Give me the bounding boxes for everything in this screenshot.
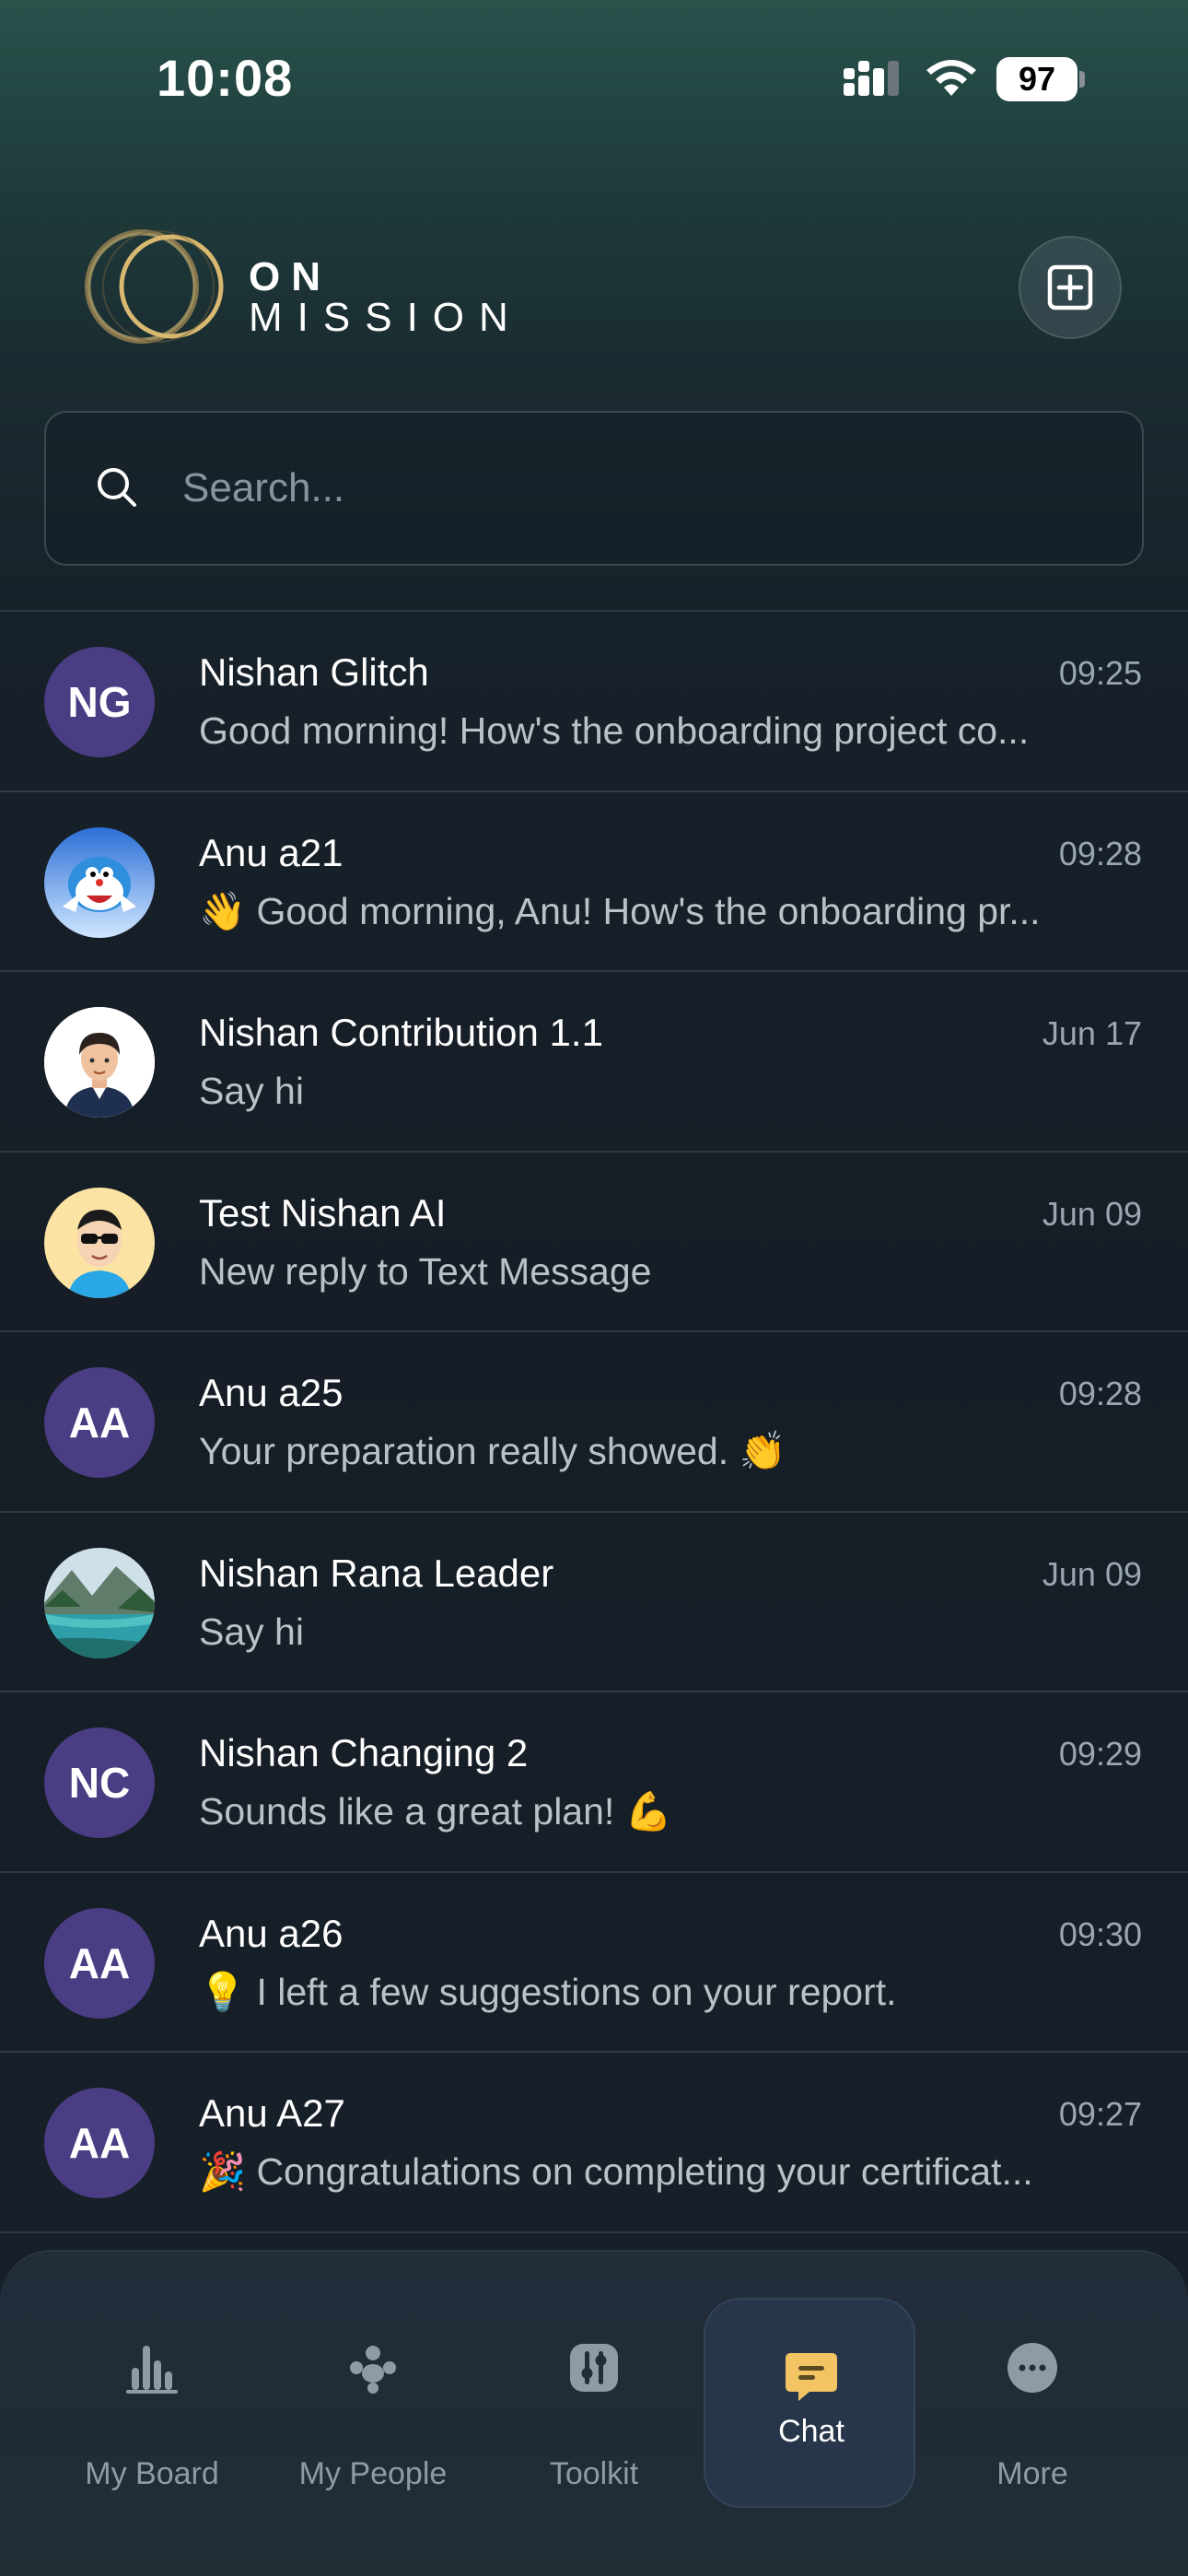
people-icon xyxy=(350,2346,396,2394)
chat-preview: 👋 Good morning, Anu! How's the onboardin… xyxy=(199,889,1041,932)
chat-name: Nishan Changing 2 xyxy=(199,1731,529,1774)
chat-row[interactable]: Test Nishan AI Jun 09 New reply to Text … xyxy=(0,1153,1188,1332)
chat-preview: 🎉 Congratulations on completing your cer… xyxy=(199,2150,1033,2193)
avatar: AA xyxy=(44,1367,155,1478)
avatar: NC xyxy=(44,1727,155,1838)
chat-time: 09:29 xyxy=(1058,1735,1142,1773)
tab-more[interactable]: More xyxy=(926,2307,1138,2491)
bar-chart-icon xyxy=(126,2346,178,2394)
chat-list: NG Nishan Glitch 09:25 Good morning! How… xyxy=(0,610,1188,2233)
chat-row[interactable]: NC Nishan Changing 2 09:29 Sounds like a… xyxy=(0,1692,1188,1873)
rings-logo-icon xyxy=(85,229,224,344)
chat-preview: Your preparation really showed. 👏 xyxy=(199,1430,786,1472)
chat-time: Jun 09 xyxy=(1042,1554,1142,1593)
chat-name: Anu a21 xyxy=(199,830,344,874)
avatar xyxy=(44,826,155,938)
chat-preview: Sounds like a great plan! 💪 xyxy=(199,1790,672,1832)
tab-label: Chat xyxy=(778,2414,844,2449)
chat-preview: 💡 I left a few suggestions on your repor… xyxy=(199,1970,897,2013)
logo-text-on: ON xyxy=(249,254,332,299)
new-chat-button[interactable] xyxy=(1019,236,1122,339)
man-avatar-icon xyxy=(44,1007,155,1118)
logo-text-mission: MISSION xyxy=(249,295,523,340)
tab-toolkit[interactable]: Toolkit xyxy=(488,2307,700,2491)
chat-row[interactable]: Nishan Contribution 1.1 Jun 17 Say hi xyxy=(0,972,1188,1153)
chat-row[interactable]: Anu a21 09:28 👋 Good morning, Anu! How's… xyxy=(0,792,1188,972)
chat-preview: Say hi xyxy=(199,1070,304,1112)
robot-cat-avatar-icon xyxy=(44,826,155,938)
sliders-icon xyxy=(570,2344,618,2392)
chat-time: Jun 17 xyxy=(1042,1014,1142,1052)
avatar xyxy=(44,1547,155,1658)
search-input[interactable] xyxy=(182,413,1103,564)
bottom-tab-bar: My Board My People Toolkit Chat More xyxy=(0,2250,1188,2576)
tab-label: My Board xyxy=(85,2456,219,2491)
chat-time: 09:28 xyxy=(1058,1375,1142,1412)
chat-time: 09:27 xyxy=(1058,2095,1142,2133)
avatar: AA xyxy=(44,2088,155,2198)
chat-row[interactable]: NG Nishan Glitch 09:25 Good morning! How… xyxy=(0,612,1188,792)
more-dots-icon xyxy=(1007,2343,1057,2393)
battery-level: 97 xyxy=(996,57,1077,101)
chat-bubble-icon xyxy=(786,2353,837,2401)
chat-name: Test Nishan AI xyxy=(199,1190,447,1235)
chat-time: 09:25 xyxy=(1058,654,1142,692)
chat-time: 09:30 xyxy=(1058,1914,1142,1953)
chat-row[interactable]: Nishan Rana Leader Jun 09 Say hi xyxy=(0,1513,1188,1692)
status-time: 10:08 xyxy=(157,49,294,107)
tab-my-people[interactable]: My People xyxy=(267,2307,479,2491)
chat-name: Nishan Contribution 1.1 xyxy=(199,1011,603,1054)
chat-name: Anu a26 xyxy=(199,1911,344,1955)
tab-my-board[interactable]: My Board xyxy=(46,2307,258,2491)
chat-preview: Good morning! How's the onboarding proje… xyxy=(199,709,1030,752)
chat-time: 09:28 xyxy=(1058,834,1142,872)
on-mission-logo: ON MISSION xyxy=(66,227,508,346)
landscape-avatar-icon xyxy=(44,1547,155,1658)
wifi-icon xyxy=(926,60,976,96)
avatar: NG xyxy=(44,647,155,757)
chat-name: Nishan Glitch xyxy=(199,650,429,694)
tab-label: Toolkit xyxy=(549,2456,639,2491)
chat-preview: New reply to Text Message xyxy=(199,1249,652,1293)
search-icon xyxy=(98,468,136,507)
battery-indicator: 97 xyxy=(996,57,1085,101)
tab-chat[interactable]: Chat xyxy=(704,2298,915,2508)
tab-label: My People xyxy=(298,2456,448,2491)
chat-time: Jun 09 xyxy=(1042,1194,1142,1233)
tab-label: More xyxy=(996,2456,1068,2491)
chat-name: Anu a25 xyxy=(199,1371,344,1414)
chat-row[interactable]: AA Anu a26 09:30 💡 I left a few suggesti… xyxy=(0,1873,1188,2053)
chat-name: Nishan Rana Leader xyxy=(199,1551,554,1595)
chat-row[interactable]: AA Anu a25 09:28 Your preparation really… xyxy=(0,1332,1188,1513)
plus-square-icon xyxy=(1047,264,1093,310)
avatar xyxy=(44,1007,155,1118)
battery-nub xyxy=(1079,71,1085,88)
chat-preview: Say hi xyxy=(199,1610,304,1653)
avatar: AA xyxy=(44,1907,155,2019)
status-bar: 10:08 97 xyxy=(0,0,1188,157)
chat-row[interactable]: AA Anu A27 09:27 🎉 Congratulations on co… xyxy=(0,2053,1188,2233)
avatar xyxy=(44,1187,155,1298)
cellular-signal-icon xyxy=(844,61,899,96)
chat-name: Anu A27 xyxy=(199,2091,345,2135)
sunglasses-avatar-icon xyxy=(44,1187,155,1298)
search-box[interactable] xyxy=(44,411,1144,566)
